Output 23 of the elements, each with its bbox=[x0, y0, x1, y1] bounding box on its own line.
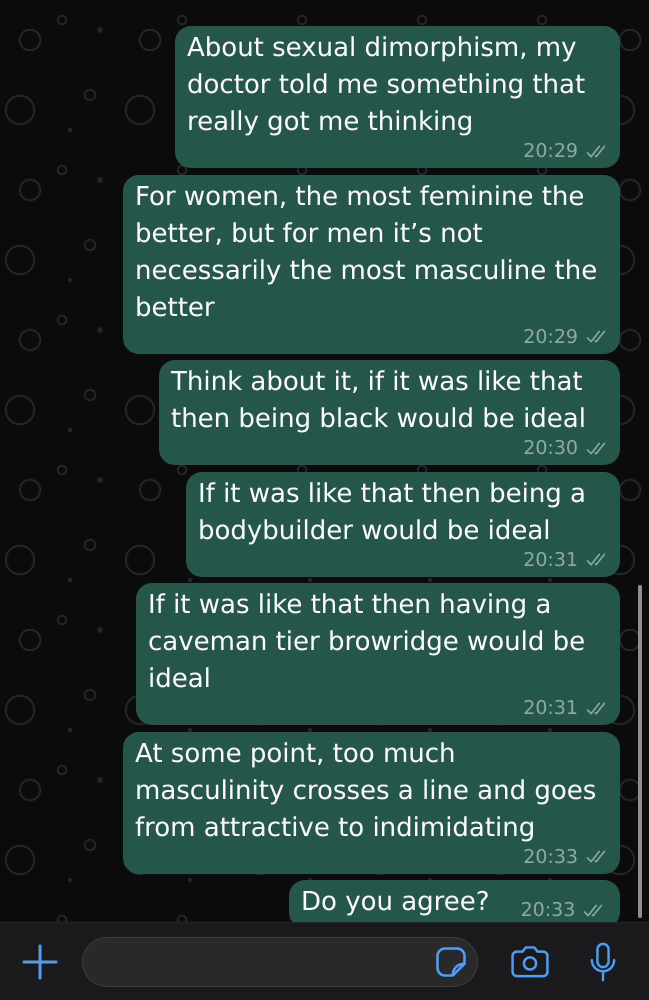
sticker-button[interactable] bbox=[436, 946, 466, 976]
microphone-button[interactable] bbox=[590, 942, 616, 982]
message-text: At some point, too much masculinity crosses a line and goes from attractive to indimidating bbox=[135, 738, 598, 844]
message-time: 20:30 bbox=[523, 438, 578, 458]
message-input-field[interactable] bbox=[82, 936, 478, 986]
message-text: Think about it, if it was like that then being black would be ideal bbox=[171, 366, 587, 436]
message-text: If it was like that then having a caveman tier browridge would be ideal bbox=[148, 589, 586, 696]
sticker-icon bbox=[436, 946, 466, 976]
message-time: 20:33 bbox=[520, 900, 576, 920]
microphone-icon bbox=[590, 942, 616, 982]
message-text: For women, the most feminine the better, but for men it’s not necessarily the most masculine the better bbox=[135, 180, 598, 324]
message-time: 20:29 bbox=[523, 326, 578, 346]
message-text: About sexual dimorphism, my doctor told me something that really got me thinking bbox=[187, 32, 586, 139]
attach-button[interactable] bbox=[22, 944, 58, 980]
plus-icon bbox=[22, 944, 58, 980]
message-time: 20:33 bbox=[523, 846, 578, 866]
message-time: 20:29 bbox=[523, 141, 578, 161]
message-text: If it was like that then being a bodybuilder would be ideal bbox=[198, 478, 587, 548]
camera-button[interactable] bbox=[511, 946, 549, 978]
message-time: 20:31 bbox=[523, 550, 578, 570]
message-time: 20:31 bbox=[523, 698, 578, 718]
message-text: Do you agree? bbox=[301, 886, 490, 919]
camera-icon bbox=[511, 946, 549, 978]
